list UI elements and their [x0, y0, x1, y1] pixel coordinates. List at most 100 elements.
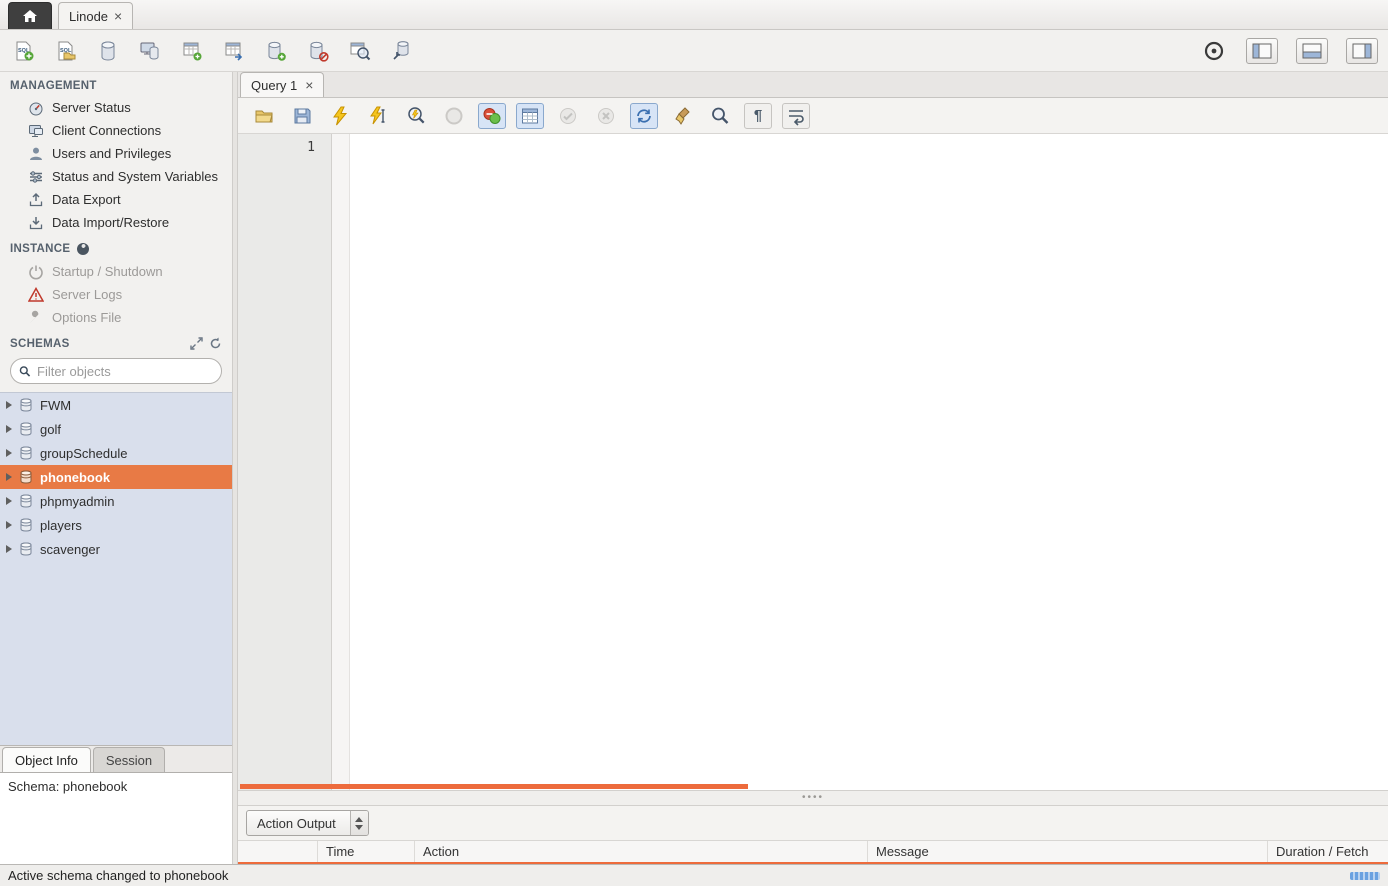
explain-query-button[interactable] — [402, 103, 430, 129]
new-table-button[interactable] — [220, 37, 248, 65]
expander-icon[interactable] — [6, 401, 12, 409]
connection-status-icon — [1203, 40, 1225, 62]
expander-icon[interactable] — [6, 425, 12, 433]
toggle-left-panel-button[interactable] — [1246, 38, 1278, 64]
schema-label: groupSchedule — [40, 446, 127, 461]
horizontal-scrollbar[interactable] — [240, 784, 748, 789]
sidebar-item-server-status[interactable]: Server Status — [0, 96, 232, 119]
connection-tab-label: Linode — [69, 9, 108, 24]
schema-row-fwm[interactable]: FWM — [0, 393, 232, 417]
sidebar-item-data-export[interactable]: Data Export — [0, 188, 232, 211]
new-schema-button[interactable] — [178, 37, 206, 65]
toggle-bottom-panel-button[interactable] — [1296, 38, 1328, 64]
sidebar-item-options-file[interactable]: Options File — [0, 306, 232, 329]
search-icon — [19, 364, 31, 379]
output-splitter[interactable]: •••• — [238, 790, 1388, 806]
status-bar: Active schema changed to phonebook — [0, 864, 1388, 886]
execute-query-button[interactable] — [326, 103, 354, 129]
expander-icon[interactable] — [6, 545, 12, 553]
toggle-invisible-characters-button[interactable]: ¶ — [744, 103, 772, 129]
schema-label: scavenger — [40, 542, 100, 557]
execute-current-statement-button[interactable] — [364, 103, 392, 129]
commit-button[interactable] — [554, 103, 582, 129]
expander-icon[interactable] — [6, 521, 12, 529]
connection-tab[interactable]: Linode × — [58, 2, 133, 29]
tab-session[interactable]: Session — [93, 747, 165, 772]
code-area[interactable] — [350, 134, 1388, 790]
instance-header-label: INSTANCE — [10, 243, 70, 255]
schemas-header-label: SCHEMAS — [10, 338, 70, 350]
close-icon[interactable]: × — [305, 77, 313, 93]
schema-row-golf[interactable]: golf — [0, 417, 232, 441]
open-script-button[interactable] — [250, 103, 278, 129]
sidebar-item-server-logs[interactable]: Server Logs — [0, 283, 232, 306]
toggle-autocommit-button[interactable] — [630, 103, 658, 129]
tab-object-info[interactable]: Object Info — [2, 747, 91, 772]
output-type-select[interactable]: Action Output — [246, 810, 369, 836]
database-button[interactable] — [94, 37, 122, 65]
refresh-schemas-icon[interactable] — [209, 337, 222, 350]
schema-row-phonebook[interactable]: phonebook — [0, 465, 232, 489]
tab-object-info-label: Object Info — [15, 753, 78, 768]
sidebar-item-status-system-variables[interactable]: Status and System Variables — [0, 165, 232, 188]
pilcrow-icon: ¶ — [754, 107, 762, 124]
sidebar-item-client-connections[interactable]: Client Connections — [0, 119, 232, 142]
code-folding-margin — [332, 134, 350, 790]
expand-schemas-icon[interactable] — [190, 337, 203, 350]
commit-check-icon — [558, 106, 578, 126]
schema-row-groupschedule[interactable]: groupSchedule — [0, 441, 232, 465]
filter-objects-input[interactable] — [37, 364, 213, 379]
stop-icon — [444, 106, 464, 126]
toggle-right-panel-button[interactable] — [1346, 38, 1378, 64]
open-sql-script-button[interactable]: SQL — [52, 37, 80, 65]
clear-query-button[interactable] — [668, 103, 696, 129]
sidebar-item-users-privileges[interactable]: Users and Privileges — [0, 142, 232, 165]
management-section-header: MANAGEMENT — [0, 72, 232, 96]
sql-code-editor[interactable]: 1 — [238, 134, 1388, 790]
sidebar-item-startup-shutdown[interactable]: Startup / Shutdown — [0, 260, 232, 283]
new-sql-tab-icon: SQL — [13, 40, 35, 62]
stop-on-error-icon — [482, 106, 502, 126]
tab-query-1[interactable]: Query 1 × — [240, 72, 324, 97]
create-schema-button[interactable] — [262, 37, 290, 65]
expander-icon[interactable] — [6, 497, 12, 505]
rollback-cross-icon — [596, 106, 616, 126]
stop-query-button[interactable] — [440, 103, 468, 129]
close-icon[interactable]: × — [114, 9, 122, 23]
limit-rows-grid-icon — [520, 106, 540, 126]
schema-row-phpmyadmin[interactable]: phpmyadmin — [0, 489, 232, 513]
instance-config-icon[interactable] — [76, 242, 90, 256]
toggle-word-wrap-button[interactable] — [782, 103, 810, 129]
drop-schema-button[interactable] — [304, 37, 332, 65]
open-folder-icon — [254, 106, 274, 126]
connection-status-button[interactable] — [1200, 37, 1228, 65]
search-table-data-button[interactable] — [346, 37, 374, 65]
schema-icon — [18, 541, 34, 557]
rollback-button[interactable] — [592, 103, 620, 129]
column-time: Time — [318, 841, 415, 862]
toggle-limit-rows-button[interactable] — [516, 103, 544, 129]
manage-connections-icon — [139, 40, 161, 62]
schema-row-scavenger[interactable]: scavenger — [0, 537, 232, 561]
sidebar-item-label: Client Connections — [52, 123, 161, 138]
right-panel-icon — [1352, 43, 1372, 59]
open-sql-script-icon: SQL — [55, 40, 77, 62]
resize-grip[interactable] — [1350, 872, 1380, 880]
home-tab[interactable] — [8, 2, 52, 29]
new-sql-tab-button[interactable]: SQL — [10, 37, 38, 65]
manage-connections-button[interactable] — [136, 37, 164, 65]
sidebar-item-label: Server Status — [52, 100, 131, 115]
schema-icon — [18, 397, 34, 413]
expander-icon[interactable] — [6, 473, 12, 481]
combo-spinner[interactable] — [350, 811, 368, 835]
save-script-button[interactable] — [288, 103, 316, 129]
management-header-label: MANAGEMENT — [10, 80, 97, 92]
schema-icon — [18, 421, 34, 437]
find-button[interactable] — [706, 103, 734, 129]
sidebar-item-data-import[interactable]: Data Import/Restore — [0, 211, 232, 234]
database-connect-button[interactable] — [388, 37, 416, 65]
expander-icon[interactable] — [6, 449, 12, 457]
column-duration-fetch: Duration / Fetch — [1268, 841, 1388, 862]
toggle-stop-on-error-button[interactable] — [478, 103, 506, 129]
schema-row-players[interactable]: players — [0, 513, 232, 537]
